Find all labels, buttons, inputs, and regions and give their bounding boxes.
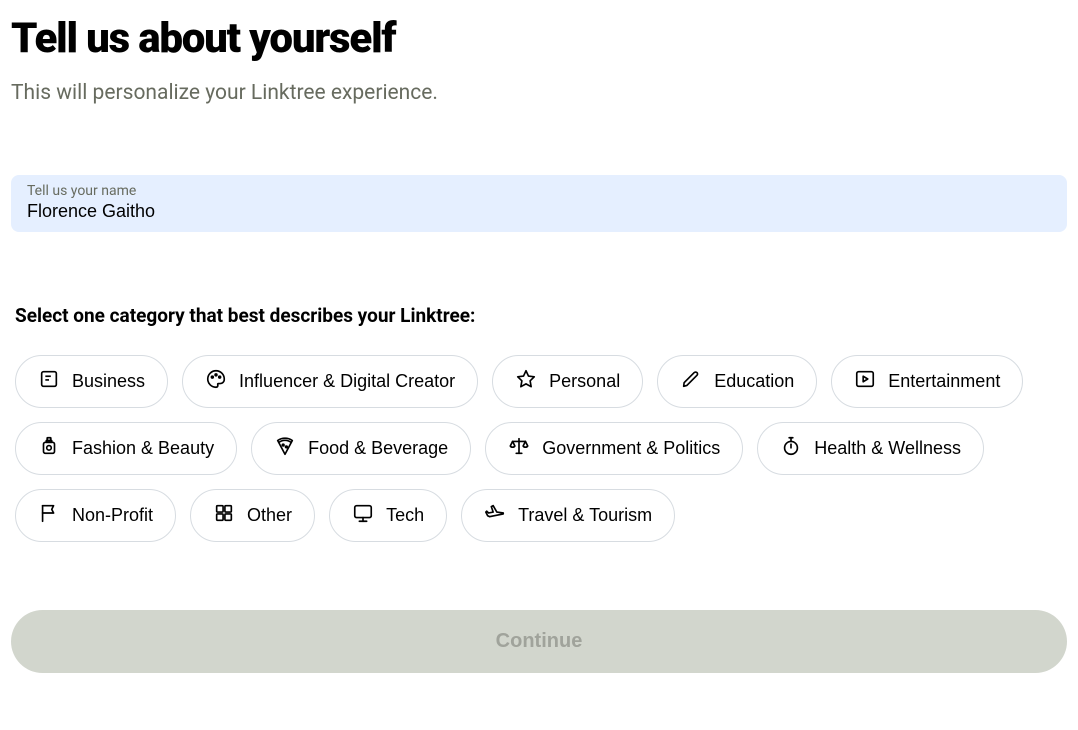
scales-icon [508, 435, 530, 462]
chip-label: Health & Wellness [814, 438, 961, 459]
chip-label: Government & Politics [542, 438, 720, 459]
chip-label: Business [72, 371, 145, 392]
category-chip-education[interactable]: Education [657, 355, 817, 408]
plane-icon [484, 502, 506, 529]
category-chip-tech[interactable]: Tech [329, 489, 447, 542]
category-chip-government[interactable]: Government & Politics [485, 422, 743, 475]
category-chip-other[interactable]: Other [190, 489, 315, 542]
chip-label: Education [714, 371, 794, 392]
name-input[interactable] [27, 201, 1051, 222]
chip-label: Fashion & Beauty [72, 438, 214, 459]
pizza-icon [274, 435, 296, 462]
category-heading: Select one category that best describes … [15, 304, 1067, 327]
name-field-container[interactable]: Tell us your name [11, 175, 1067, 232]
play-square-icon [854, 368, 876, 395]
star-icon [515, 368, 537, 395]
monitor-icon [352, 502, 374, 529]
document-icon [38, 368, 60, 395]
name-field-label: Tell us your name [27, 183, 1051, 199]
chip-label: Entertainment [888, 371, 1000, 392]
category-chip-influencer[interactable]: Influencer & Digital Creator [182, 355, 478, 408]
chip-label: Influencer & Digital Creator [239, 371, 455, 392]
category-chip-personal[interactable]: Personal [492, 355, 643, 408]
category-chip-list: Business Influencer & Digital Creator Pe… [15, 355, 1067, 542]
page-subheading: This will personalize your Linktree expe… [11, 81, 1067, 105]
category-chip-business[interactable]: Business [15, 355, 168, 408]
page-heading: Tell us about yourself [11, 14, 1067, 63]
category-chip-food[interactable]: Food & Beverage [251, 422, 471, 475]
chip-label: Travel & Tourism [518, 505, 652, 526]
continue-button[interactable]: Continue [11, 610, 1067, 673]
category-chip-nonprofit[interactable]: Non-Profit [15, 489, 176, 542]
grid-icon [213, 502, 235, 529]
chip-label: Food & Beverage [308, 438, 448, 459]
pencil-icon [680, 368, 702, 395]
category-chip-travel[interactable]: Travel & Tourism [461, 489, 675, 542]
flag-icon [38, 502, 60, 529]
category-chip-health[interactable]: Health & Wellness [757, 422, 984, 475]
perfume-icon [38, 435, 60, 462]
category-chip-entertainment[interactable]: Entertainment [831, 355, 1023, 408]
chip-label: Non-Profit [72, 505, 153, 526]
chip-label: Personal [549, 371, 620, 392]
category-chip-fashion[interactable]: Fashion & Beauty [15, 422, 237, 475]
palette-icon [205, 368, 227, 395]
chip-label: Other [247, 505, 292, 526]
stopwatch-icon [780, 435, 802, 462]
chip-label: Tech [386, 505, 424, 526]
